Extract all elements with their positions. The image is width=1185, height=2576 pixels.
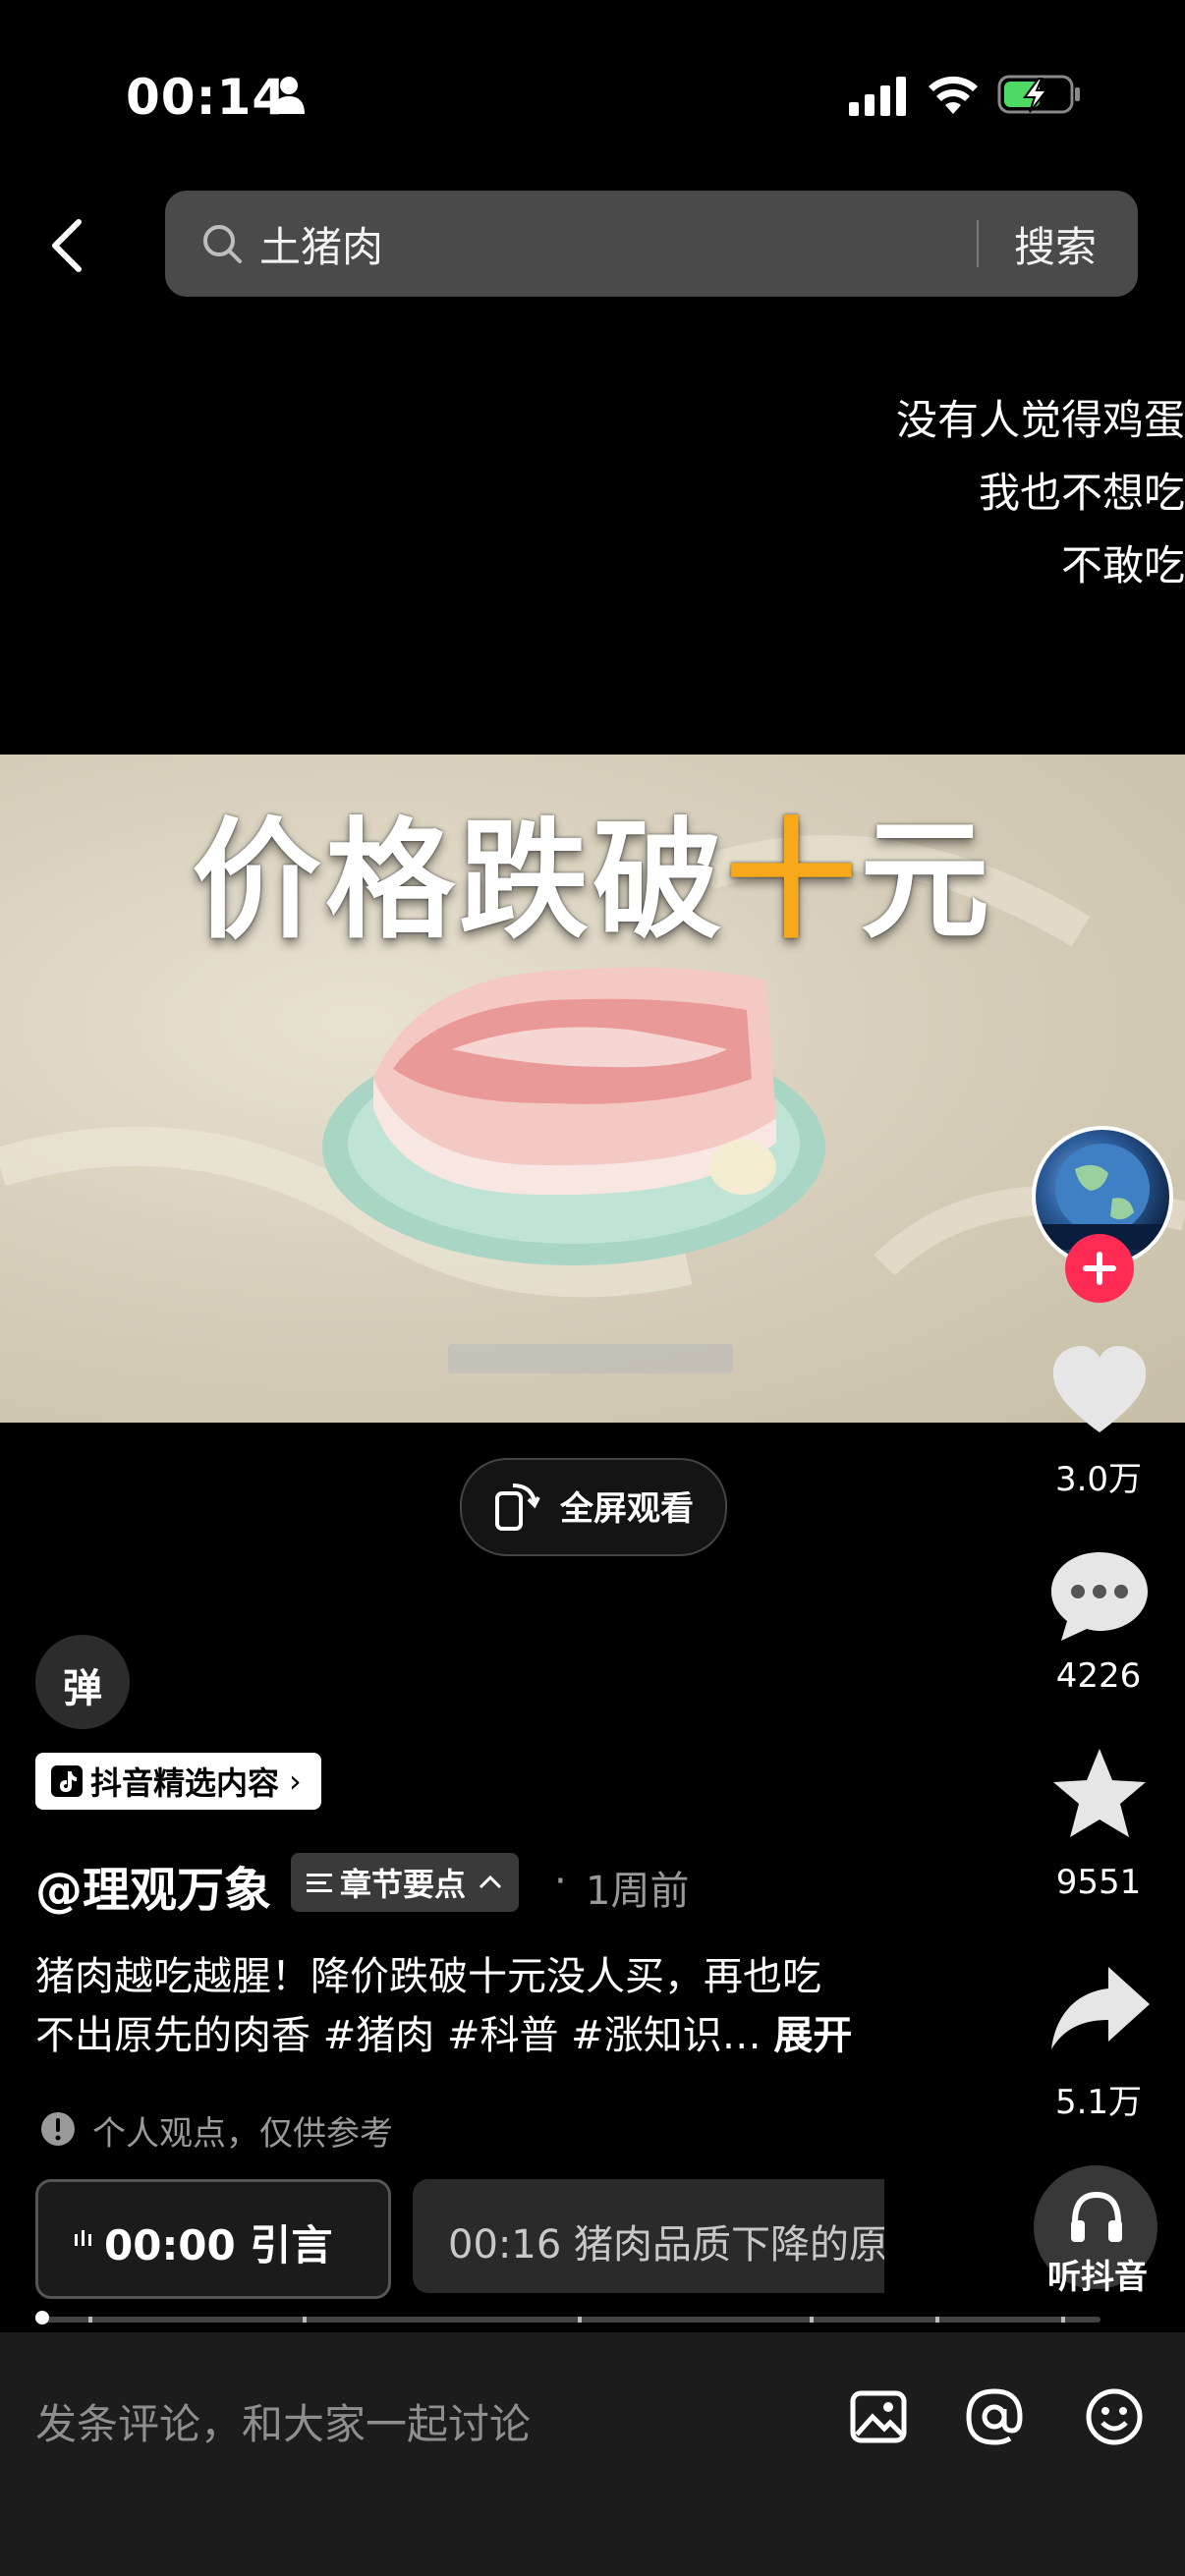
chapter-marker [303,2317,307,2323]
audio-bars-icon [75,2230,91,2246]
share-icon[interactable] [1045,1961,1154,2055]
headline-part-2: 元 [860,806,993,957]
meta-separator: · [554,1859,567,1904]
plus-icon [1083,1252,1116,1285]
chapter-marker [578,2317,582,2323]
chapter-chip-intro-label[interactable]: 00:00 引言 [104,2212,332,2272]
listen-douyin-label[interactable]: 听抖音 [1016,2250,1179,2298]
search-divider [977,220,979,267]
post-time: 1周前 [586,1869,690,1914]
chapter-chip-quality-label[interactable]: 00:16 猪肉品质下降的原 [448,2212,884,2269]
status-time: 00:14 [126,69,288,126]
progress-knob[interactable] [35,2311,49,2324]
headline-highlight: 十 [726,806,860,957]
list-icon [307,1874,332,1892]
chevron-up-icon [479,1875,502,1889]
chapter-marker [88,2317,92,2323]
chevron-right-icon: › [289,1763,302,1800]
featured-content-label: 抖音精选内容 [90,1764,280,1802]
description-line-1: 猪肉越吃越腥！降价跌破十元没人买，再也吃 [35,1954,821,1999]
description-line-2: 不出原先的肉香 #猪肉 #科普 #涨知识… [35,2013,762,2058]
person-icon [273,77,305,114]
heart-icon[interactable] [1045,1342,1154,1436]
cellular-signal-icon [849,77,906,116]
chapter-points-label: 章节要点 [340,1866,467,1903]
chapter-points-button[interactable]: 章节要点 [291,1853,520,1912]
comment-icon[interactable] [1045,1546,1154,1645]
headline-part-1: 价格跌破 [192,806,726,957]
emoji-icon[interactable] [1083,2385,1146,2448]
overflow-text-line: 我也不想吃 [978,469,1185,517]
comment-bar [0,2332,1185,2576]
headphones-icon [1071,2191,1122,2242]
video-headline: 价格跌破十元 [0,776,1185,964]
like-count: 3.0万 [1054,1460,1143,1499]
search-button[interactable]: 搜索 [1014,214,1097,274]
back-arrow-icon[interactable] [47,216,86,275]
search-query[interactable]: 土猪肉 [259,214,383,274]
star-icon[interactable] [1045,1745,1154,1843]
comment-count: 4226 [1055,1656,1142,1696]
chapter-marker [1061,2317,1065,2323]
video-description: 猪肉越吃越腥！降价跌破十元没人买，再也吃 不出原先的肉香 #猪肉 #科普 #涨知… [35,1947,920,2065]
wifi-icon [929,76,978,114]
favorite-count: 9551 [1055,1863,1142,1902]
fullscreen-label[interactable]: 全屏观看 [560,1482,694,1530]
battery-charging-icon [997,75,1080,114]
douyin-logo-icon [51,1765,83,1797]
danmaku-label[interactable]: 弹 [35,1656,130,1713]
chapter-marker [810,2317,814,2323]
info-icon [41,2112,75,2146]
rotate-screen-icon [495,1484,540,1531]
follow-button[interactable] [1065,1234,1134,1303]
overflow-text-line: 不敢吃 [1060,541,1185,589]
opinion-disclaimer: 个人观点，仅供参考 [92,2114,393,2154]
chapter-marker [935,2317,939,2323]
share-count: 5.1万 [1054,2083,1143,2122]
overflow-text-line: 没有人觉得鸡蛋 [895,396,1185,444]
featured-content-tag[interactable]: 抖音精选内容 › [35,1753,321,1810]
chapter-progress-bar[interactable] [35,2317,1100,2323]
author-name[interactable]: @理观万象 [35,1851,271,1920]
at-mention-icon[interactable] [963,2385,1026,2448]
comment-input[interactable]: 发条评论，和大家一起讨论 [35,2391,531,2451]
expand-link[interactable]: 展开 [773,2013,852,2058]
image-icon[interactable] [847,2385,910,2448]
search-icon [203,225,242,263]
